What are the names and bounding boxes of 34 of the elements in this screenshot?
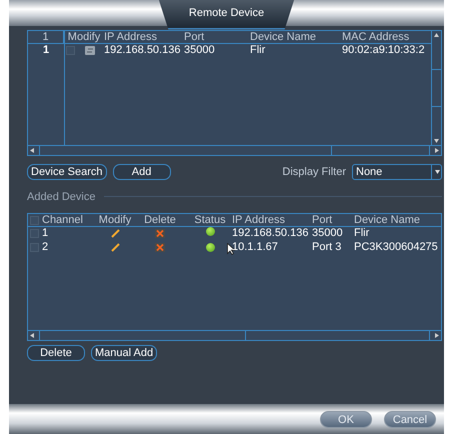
column-header: Port (312, 214, 334, 226)
column-header: Port (184, 31, 206, 43)
column-header: 1 (28, 31, 64, 43)
table-cell-text: Flir (354, 227, 370, 239)
device-search-button[interactable]: Device Search (27, 164, 107, 180)
display-filter-label: Display Filter (282, 165, 346, 180)
column-header: Channel (42, 214, 84, 226)
table-cell-text: 35000 (312, 227, 344, 239)
delete-button[interactable]: Delete (27, 345, 85, 361)
column-header: IP Address (104, 31, 158, 43)
display-filter-dropdown[interactable]: None (352, 164, 442, 180)
column-header: Device Name (250, 31, 318, 43)
column-header: IP Address (232, 214, 286, 226)
section-title: Added Device (27, 190, 96, 204)
column-header: Delete (143, 214, 177, 226)
table-cell-text: 1 (42, 44, 50, 56)
window-title: Remote Device (158, 0, 294, 30)
column-header: Device Name (354, 214, 422, 226)
column-header: MAC Address (342, 31, 410, 43)
table-cell-text: PC3K300604275 (354, 241, 439, 253)
add-button[interactable]: Add (112, 164, 171, 180)
table-cell-text: 192.168.50.136 (104, 44, 182, 56)
column-header: Modify (66, 31, 102, 43)
table-cell-text: Flir (250, 44, 266, 56)
column-header: Status (193, 214, 227, 226)
table-cell-text: 10.1.1.67 (232, 241, 279, 253)
column-header: Modify (98, 214, 132, 226)
table-cell-text: 192.168.50.136 (232, 227, 310, 239)
manual-add-button[interactable]: Manual Add (91, 345, 158, 361)
table-cell-text: 35000 (184, 44, 216, 56)
table-cell-text: Port 3 (312, 241, 342, 253)
table-cell-text: 1 (42, 227, 50, 239)
table-cell-text: 90:02:a9:10:33:2 (342, 44, 426, 56)
table-cell-text: 2 (42, 241, 50, 253)
